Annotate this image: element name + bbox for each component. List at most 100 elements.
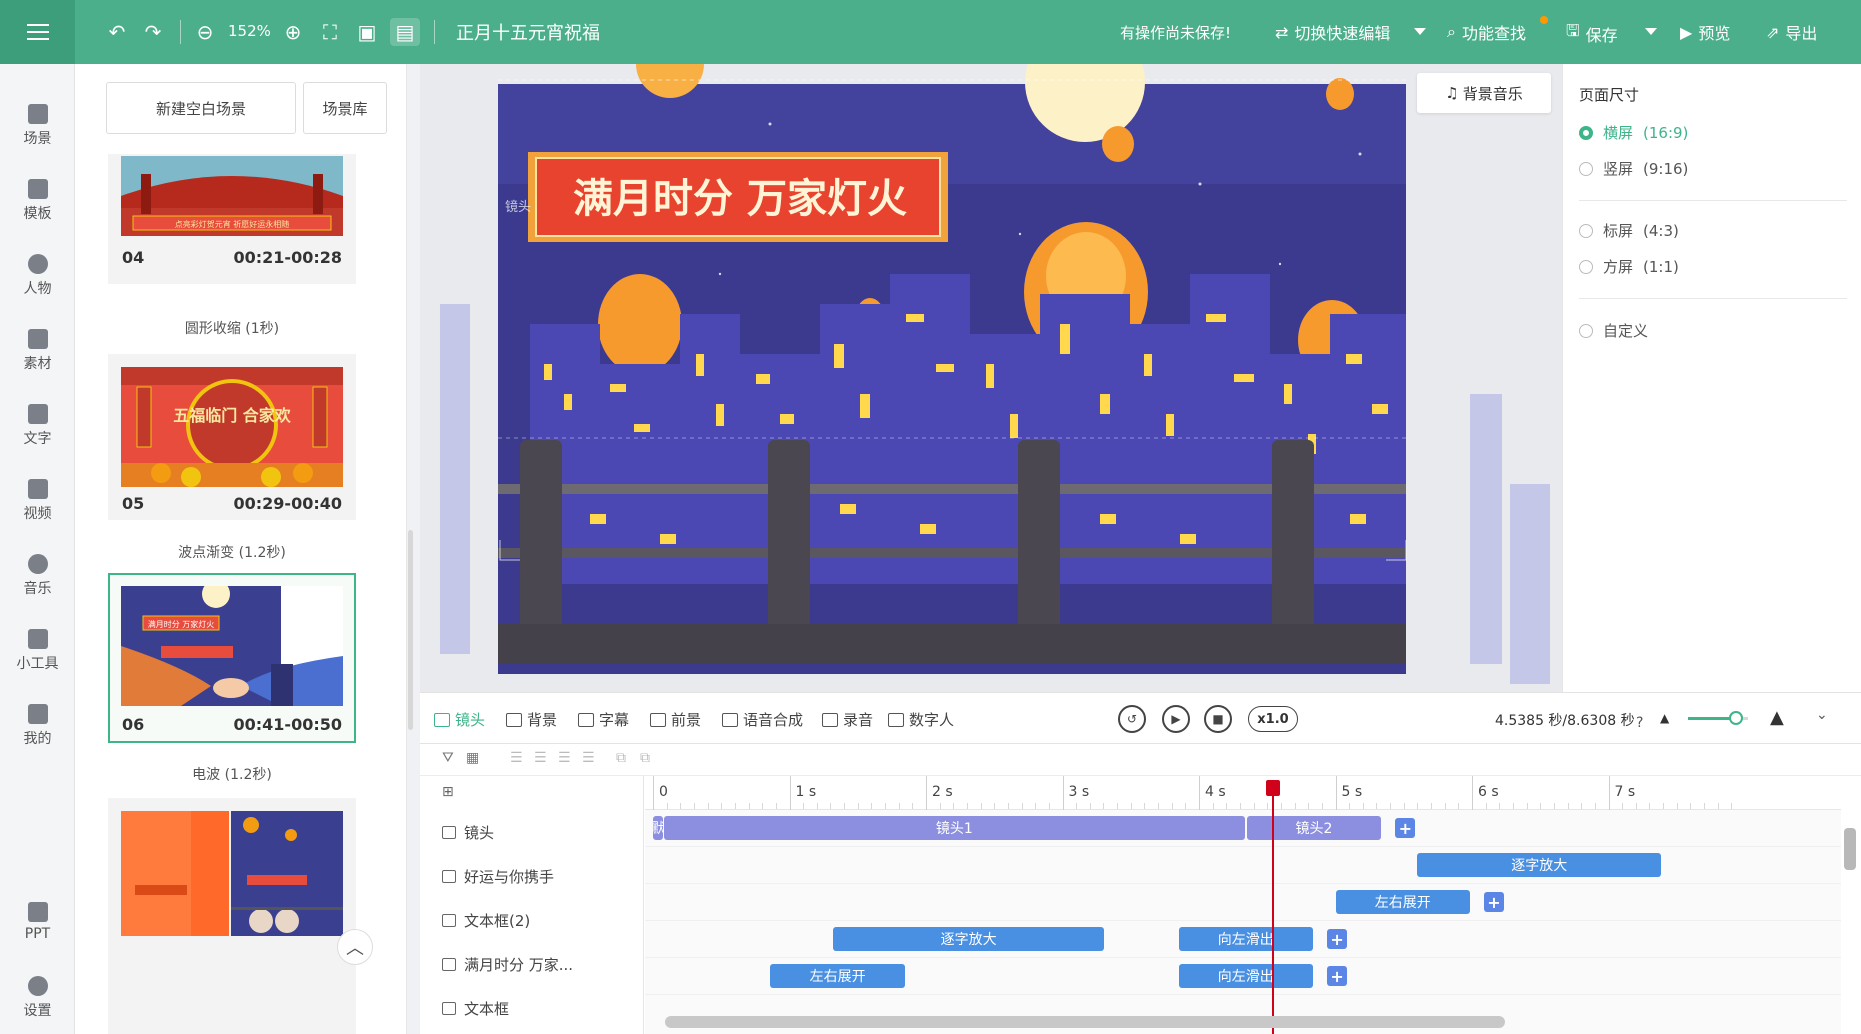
replay-icon[interactable]: ↺	[1118, 705, 1146, 733]
track-row[interactable]: 逐字放大	[645, 847, 1841, 884]
tab-digital-human[interactable]: 数字人	[888, 709, 954, 730]
panel-scrollbar[interactable]	[408, 530, 413, 730]
speed-button[interactable]: x1.0	[1248, 706, 1298, 732]
track-row[interactable]: 默镜头1 镜头2 +	[645, 810, 1841, 847]
time-ruler[interactable]: 0 1 s 2 s 3 s 4 s 5 s 6 s 7 s	[645, 776, 1841, 810]
scene-card[interactable]: 五福临门 合家欢 05 00:29-00:40	[108, 354, 356, 520]
collapse-chevron-icon[interactable]: ⌄	[1816, 707, 1828, 723]
track-label-textbox[interactable]: 文本框	[442, 998, 509, 1019]
rail-item-template[interactable]: 模板	[0, 179, 75, 223]
zoom-out-icon[interactable]: ⊖	[192, 18, 218, 46]
background-music-button[interactable]: ♫ 背景音乐	[1417, 73, 1551, 113]
export-button[interactable]: ⇗ 导出	[1766, 20, 1817, 44]
stop-icon[interactable]: ■	[1204, 705, 1232, 733]
transition-label[interactable]: 波点渐变 (1.2秒)	[108, 542, 356, 562]
help-icon[interactable]: ?	[1636, 709, 1643, 737]
track-row[interactable]: 左右展开 向左滑出 +	[645, 958, 1841, 995]
zoom-in-icon[interactable]: ⊕	[280, 18, 306, 46]
rail-item-settings[interactable]: 设置	[0, 976, 75, 1020]
quick-edit-button[interactable]: ⇄ 切换快速编辑	[1275, 20, 1390, 44]
canvas-area[interactable]: 满月时分 万家灯火 镜头	[420, 64, 1562, 692]
new-scene-button[interactable]: 新建空白场景	[106, 82, 296, 134]
tab-foreground[interactable]: 前景	[650, 709, 701, 730]
animation-clip[interactable]: 逐字放大	[1417, 853, 1662, 877]
play-icon[interactable]: ▶	[1162, 705, 1190, 733]
animation-clip[interactable]: 左右展开	[1335, 890, 1470, 914]
arrange-icon[interactable]: ⧉	[616, 750, 626, 766]
find-button[interactable]: ⌕ 功能查找	[1447, 20, 1526, 44]
animation-clip[interactable]: 向左滑出	[1178, 964, 1314, 988]
rail-item-ppt[interactable]: PPT	[0, 902, 75, 942]
hamburger-menu-icon[interactable]	[0, 0, 75, 64]
add-clip-button[interactable]: +	[1327, 929, 1348, 949]
add-clip-button[interactable]: +	[1327, 966, 1348, 986]
lens-clip[interactable]: 镜头1	[663, 816, 1245, 840]
rail-item-tools[interactable]: 小工具	[0, 629, 75, 673]
rail-item-video[interactable]: 视频	[0, 479, 75, 523]
add-clip-button[interactable]: +	[1484, 892, 1504, 912]
track-row[interactable]: 逐字放大 向左滑出 +	[645, 921, 1841, 958]
timeline-horizontal-scrollbar[interactable]	[665, 1016, 1505, 1028]
transition-label[interactable]: 电波 (1.2秒)	[108, 764, 356, 784]
scene-library-button[interactable]: 场景库	[303, 82, 387, 134]
save-button[interactable]: 🖫 保存	[1566, 20, 1618, 47]
rail-item-mine[interactable]: 我的	[0, 704, 75, 748]
tab-subtitle[interactable]: 字幕	[578, 709, 629, 730]
option-portrait[interactable]: 竖屏 (9:16)	[1579, 158, 1688, 179]
timeline-vertical-scrollbar[interactable]	[1844, 828, 1856, 870]
option-standard[interactable]: 标屏 (4:3)	[1579, 220, 1679, 241]
clapper-icon[interactable]: ▤	[390, 18, 420, 46]
tab-tts[interactable]: 语音合成	[722, 709, 803, 730]
rail-item-text[interactable]: 文字	[0, 404, 75, 448]
lens-clip[interactable]: 默	[653, 816, 663, 840]
canvas-banner-text[interactable]: 满月时分 万家灯火	[573, 175, 907, 222]
filter-icon[interactable]: ⛛	[442, 750, 454, 766]
zoom-slider-handle[interactable]	[1729, 711, 1743, 725]
tab-lens[interactable]: 镜头	[434, 709, 485, 730]
track-grid-icon[interactable]: ⊞	[442, 784, 454, 800]
actual-size-icon[interactable]: ▣	[354, 18, 380, 46]
rail-item-person[interactable]: 人物	[0, 254, 75, 298]
animation-clip[interactable]: 逐字放大	[833, 927, 1105, 951]
mountain-large-icon[interactable]: ▲	[1770, 707, 1784, 728]
rail-item-scene[interactable]: 场景	[0, 104, 75, 148]
arrange-icon[interactable]: ⧉	[640, 750, 650, 766]
scene-card-active[interactable]: 满月时分 万家灯火 06 00:41-00:50	[108, 573, 356, 743]
scene-card[interactable]: 点亮彩灯贺元宵 祈愿好运永相随 04 00:21-00:28	[108, 154, 356, 284]
tab-background[interactable]: 背景	[506, 709, 557, 730]
scroll-up-button[interactable]: ︿	[337, 929, 373, 965]
option-square[interactable]: 方屏 (1:1)	[1579, 256, 1679, 277]
playhead[interactable]	[1271, 786, 1274, 1034]
track-label-text[interactable]: 满月时分 万家...	[442, 954, 573, 975]
track-row[interactable]: 左右展开 +	[645, 884, 1841, 921]
animation-clip[interactable]: 向左滑出	[1178, 927, 1314, 951]
tab-record[interactable]: 录音	[822, 709, 873, 730]
option-custom[interactable]: 自定义	[1579, 320, 1648, 341]
align-right-icon[interactable]: ☰	[558, 750, 571, 766]
scene-card[interactable]	[108, 798, 356, 1034]
chevron-down-icon[interactable]	[1414, 28, 1426, 35]
layer-icon[interactable]: ▦	[466, 750, 479, 766]
canvas-scene[interactable]: 满月时分 万家灯火	[420, 64, 1562, 692]
add-clip-button[interactable]: +	[1395, 818, 1416, 838]
lens-clip[interactable]: 镜头2	[1246, 816, 1382, 840]
track-label-textbox[interactable]: 文本框(2)	[442, 910, 530, 931]
transition-label[interactable]: 圆形收缩 (1秒)	[108, 318, 356, 338]
distribute-icon[interactable]: ☰	[582, 750, 595, 766]
undo-icon[interactable]: ↶	[104, 18, 130, 46]
align-center-icon[interactable]: ☰	[534, 750, 547, 766]
rail-item-material[interactable]: 素材	[0, 329, 75, 373]
fit-screen-icon[interactable]: ⛶	[317, 18, 343, 46]
preview-button[interactable]: ▶ 预览	[1680, 20, 1730, 44]
timeline-tracks[interactable]: 01 s2 s3 s4 s5 s6 s7 s 默镜头1 镜头2 + 逐字放大 左右展开 +…	[645, 776, 1841, 1034]
track-label-lens[interactable]: 镜头	[442, 822, 494, 843]
align-left-icon[interactable]: ☰	[510, 750, 523, 766]
mountain-small-icon[interactable]: ▲	[1660, 711, 1669, 725]
redo-icon[interactable]: ↷	[140, 18, 166, 46]
track-label-text[interactable]: 好运与你携手	[442, 866, 554, 887]
document-title[interactable]: 正月十五元宵祝福	[456, 19, 600, 45]
option-landscape[interactable]: 横屏 (16:9)	[1579, 122, 1688, 143]
rail-item-music[interactable]: 音乐	[0, 554, 75, 598]
chevron-down-icon[interactable]	[1645, 28, 1657, 35]
animation-clip[interactable]: 左右展开	[770, 964, 905, 988]
